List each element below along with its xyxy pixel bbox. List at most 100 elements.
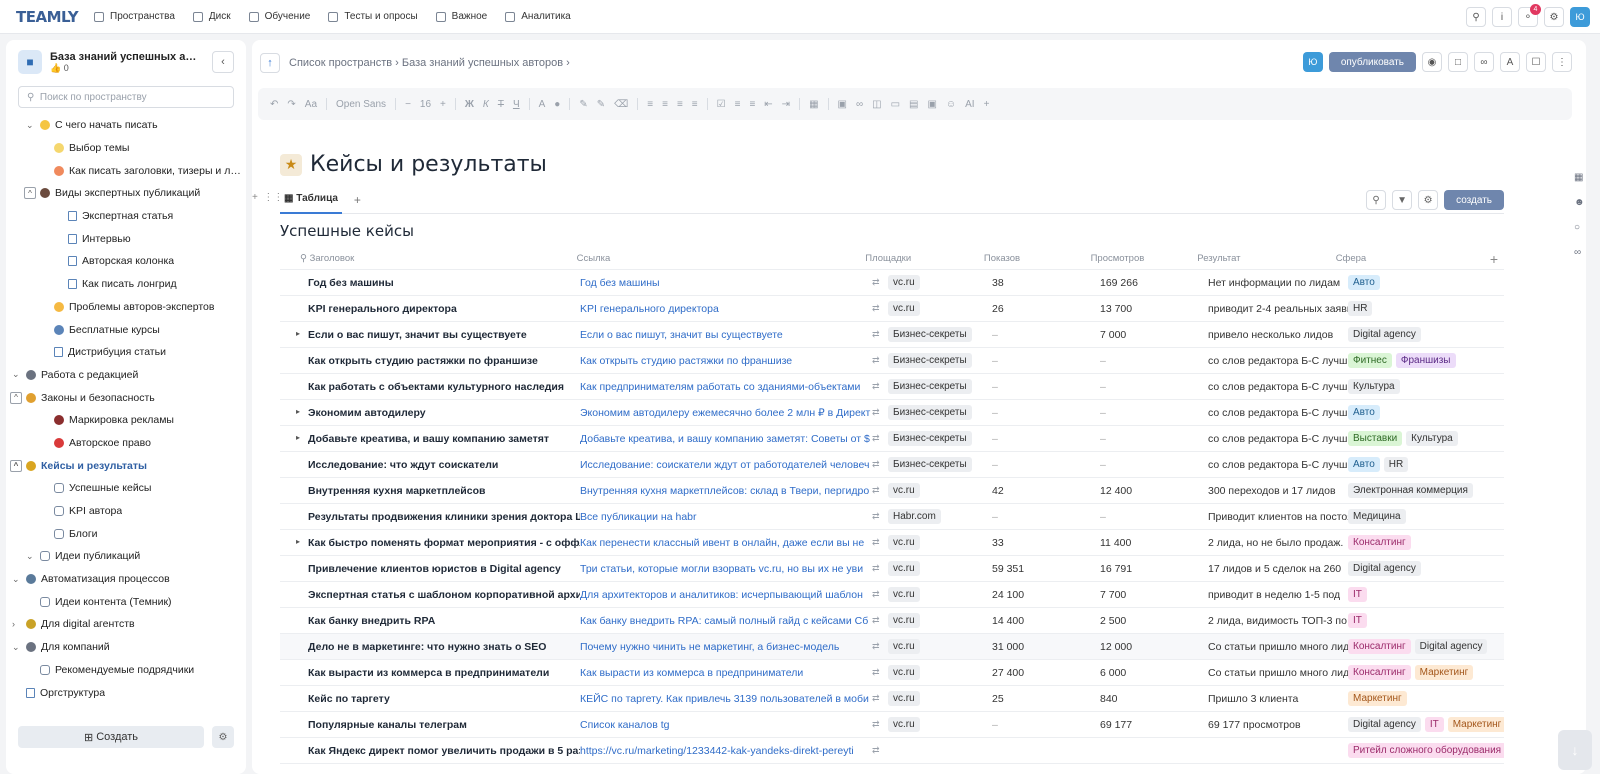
platform-chip[interactable]: vc.ru	[888, 613, 920, 628]
tree-item[interactable]: Оргструктура	[6, 681, 246, 704]
chevron-down-icon[interactable]: ⌄	[12, 574, 20, 585]
sphere-tag[interactable]: Digital agency	[1348, 561, 1421, 576]
checklist-icon[interactable]: ☑	[717, 99, 726, 110]
cell-link[interactable]: Как предпринимателям работать со зданиям…	[580, 381, 872, 393]
create-row-button[interactable]: создать	[1444, 190, 1504, 210]
cell-platforms[interactable]: ⇄ Бизнес-секреты	[872, 353, 992, 368]
add-view-icon[interactable]: +	[354, 193, 361, 207]
cell-title[interactable]: Год без машины	[280, 277, 580, 289]
platform-chip[interactable]: vc.ru	[888, 535, 920, 550]
cell-link[interactable]: Три статьи, которые могли взорвать vc.ru…	[580, 563, 872, 575]
editor-avatar[interactable]: Ю	[1302, 52, 1323, 72]
table-row[interactable]: ▸ Экономим автодилеру Экономим автодилеру …	[280, 400, 1504, 426]
cell-result[interactable]: 300 переходов и 17 лидов	[1208, 485, 1348, 497]
sphere-tag[interactable]: Digital agency	[1348, 717, 1421, 732]
cell-result[interactable]: со слов редактора Б-С лучшие	[1208, 433, 1348, 445]
cell-link[interactable]: KPI генерального директора	[580, 303, 872, 315]
eraser-icon[interactable]: ⌫	[614, 99, 628, 110]
table-row[interactable]: Как банку внедрить RPA Как банку внедрить…	[280, 608, 1504, 634]
tree-item[interactable]: Как писать заголовки, тизеры и лиды	[6, 159, 246, 182]
strike-icon[interactable]: T	[498, 99, 504, 110]
cell-platforms[interactable]: ⇄ vc.ru	[872, 613, 992, 628]
collapse-toggle-icon[interactable]: ^	[10, 459, 22, 472]
cell-link[interactable]: Как открыть студию растяжки по франшизе	[580, 355, 872, 367]
table-settings-icon[interactable]: ⚙	[1418, 190, 1439, 210]
table-row[interactable]: Как работать с объектами культурного нас…	[280, 374, 1504, 400]
nav-item-5[interactable]: Аналитика	[505, 11, 571, 22]
platform-chip[interactable]: vc.ru	[888, 717, 920, 732]
cell-link[interactable]: КЕЙС по таргету. Как привлечь 3139 польз…	[580, 693, 872, 705]
align-right-icon[interactable]: ≡	[677, 99, 683, 110]
cell-views[interactable]: 840	[1100, 693, 1208, 705]
sphere-tag[interactable]: IT	[1348, 587, 1367, 602]
text-color-icon[interactable]: A	[539, 99, 546, 110]
table-search-icon[interactable]: ⚲	[1366, 190, 1387, 210]
cell-shows[interactable]: –	[992, 407, 1100, 419]
cell-title[interactable]: ▸ Если о вас пишут, значит вы существуете	[280, 329, 580, 341]
undo-icon[interactable]: ↶	[270, 99, 278, 110]
sphere-tag[interactable]: Фитнес	[1348, 353, 1392, 368]
table-row[interactable]: Привлечение клиентов юристов в Digital a…	[280, 556, 1504, 582]
cell-platforms[interactable]: ⇄ Бизнес-секреты	[872, 327, 992, 342]
cell-sphere[interactable]: Выставки Культура	[1348, 431, 1504, 446]
cell-title[interactable]: Исследование: что ждут соискатели	[280, 459, 580, 471]
underline-icon[interactable]: Ч	[513, 99, 520, 110]
sphere-tag[interactable]: Авто	[1348, 405, 1380, 420]
gear-icon[interactable]: ⚙	[1544, 7, 1564, 27]
sphere-tag[interactable]: Медицина	[1348, 509, 1406, 524]
font-size-decrease-icon[interactable]: −	[405, 99, 411, 110]
cell-result[interactable]: 69 177 просмотров	[1208, 719, 1348, 731]
cell-shows[interactable]: 42	[992, 485, 1100, 497]
cell-title[interactable]: Как открыть студию растяжки по франшизе	[280, 355, 580, 367]
cell-link[interactable]: https://vc.ru/marketing/1233442-kak-yand…	[580, 745, 872, 757]
column-views[interactable]: Просмотров	[1091, 253, 1198, 264]
table-row[interactable]: Исследование: что ждут соискатели Исследо…	[280, 452, 1504, 478]
table-row[interactable]: Результаты продвижения клиники зрения до…	[280, 504, 1504, 530]
platform-chip[interactable]: Бизнес-секреты	[888, 379, 972, 394]
cell-title[interactable]: Популярные каналы телеграм	[280, 719, 580, 731]
collapse-toggle-icon[interactable]: ^	[24, 187, 36, 200]
table-row[interactable]: Год без машины Год без машины ⇄ vc.ru 38 169 …	[280, 270, 1504, 296]
cell-shows[interactable]: 24 100	[992, 589, 1100, 601]
cell-title[interactable]: Как банку внедрить RPA	[280, 615, 580, 627]
platform-chip[interactable]: vc.ru	[888, 561, 920, 576]
tree-item[interactable]: Выбор темы	[6, 137, 246, 160]
platform-chip[interactable]: Бизнес-секреты	[888, 353, 972, 368]
breadcrumb-spaces[interactable]: Список пространств	[289, 57, 392, 69]
scroll-down-button[interactable]: ↓	[1558, 730, 1592, 770]
ai-button[interactable]: AI	[965, 99, 974, 110]
cell-result[interactable]: со слов редактора Б-С лучшие	[1208, 459, 1348, 471]
table-row[interactable]: ▸ Если о вас пишут, значит вы существуете…	[280, 322, 1504, 348]
bookmark-icon[interactable]: □	[1448, 52, 1468, 72]
cell-sphere[interactable]: IT	[1348, 587, 1504, 602]
column-sphere[interactable]: Сфера	[1336, 253, 1490, 264]
cell-link[interactable]: Если о вас пишут, значит вы существуете	[580, 329, 872, 341]
cell-platforms[interactable]: ⇄ Бизнес-секреты	[872, 379, 992, 394]
cell-shows[interactable]: 27 400	[992, 667, 1100, 679]
table-row[interactable]: ▸ Добавьте креатива, и вашу компанию заме…	[280, 426, 1504, 452]
tree-item[interactable]: Успешные кейсы	[6, 477, 246, 500]
insert-more-icon[interactable]: +	[984, 99, 990, 110]
cell-shows[interactable]: –	[992, 511, 1100, 523]
cell-views[interactable]: 6 000	[1100, 667, 1208, 679]
cell-sphere[interactable]: Авто HR	[1348, 457, 1504, 472]
cell-platforms[interactable]: ⇄ vc.ru	[872, 639, 992, 654]
sphere-tag[interactable]: Digital agency	[1414, 639, 1488, 654]
table-row[interactable]: ▸ Как быстро поменять формат мероприятия …	[280, 530, 1504, 556]
cell-shows[interactable]: 33	[992, 537, 1100, 549]
space-title[interactable]: База знаний успешных авторов	[50, 51, 200, 63]
table-title[interactable]: Успешные кейсы	[280, 222, 414, 240]
add-column-icon[interactable]: +	[1490, 251, 1498, 267]
cell-sphere[interactable]: Маркетинг	[1348, 691, 1504, 706]
sphere-tag[interactable]: Авто	[1348, 457, 1380, 472]
cell-sphere[interactable]: Электронная коммерция	[1348, 483, 1504, 498]
table-row[interactable]: KPI генерального директора KPI генерально…	[280, 296, 1504, 322]
cell-shows[interactable]: –	[992, 381, 1100, 393]
platform-chip[interactable]: Habr.com	[888, 509, 941, 524]
sphere-tag[interactable]: Ритейл сложного оборудования	[1348, 743, 1504, 758]
sphere-tag[interactable]: Консалтинг	[1348, 639, 1411, 654]
table-row[interactable]: Как открыть студию растяжки по франшизе К…	[280, 348, 1504, 374]
cell-views[interactable]: 7 000	[1100, 329, 1208, 341]
cell-title[interactable]: Как работать с объектами культурного нас…	[280, 381, 580, 393]
cell-views[interactable]: 69 177	[1100, 719, 1208, 731]
